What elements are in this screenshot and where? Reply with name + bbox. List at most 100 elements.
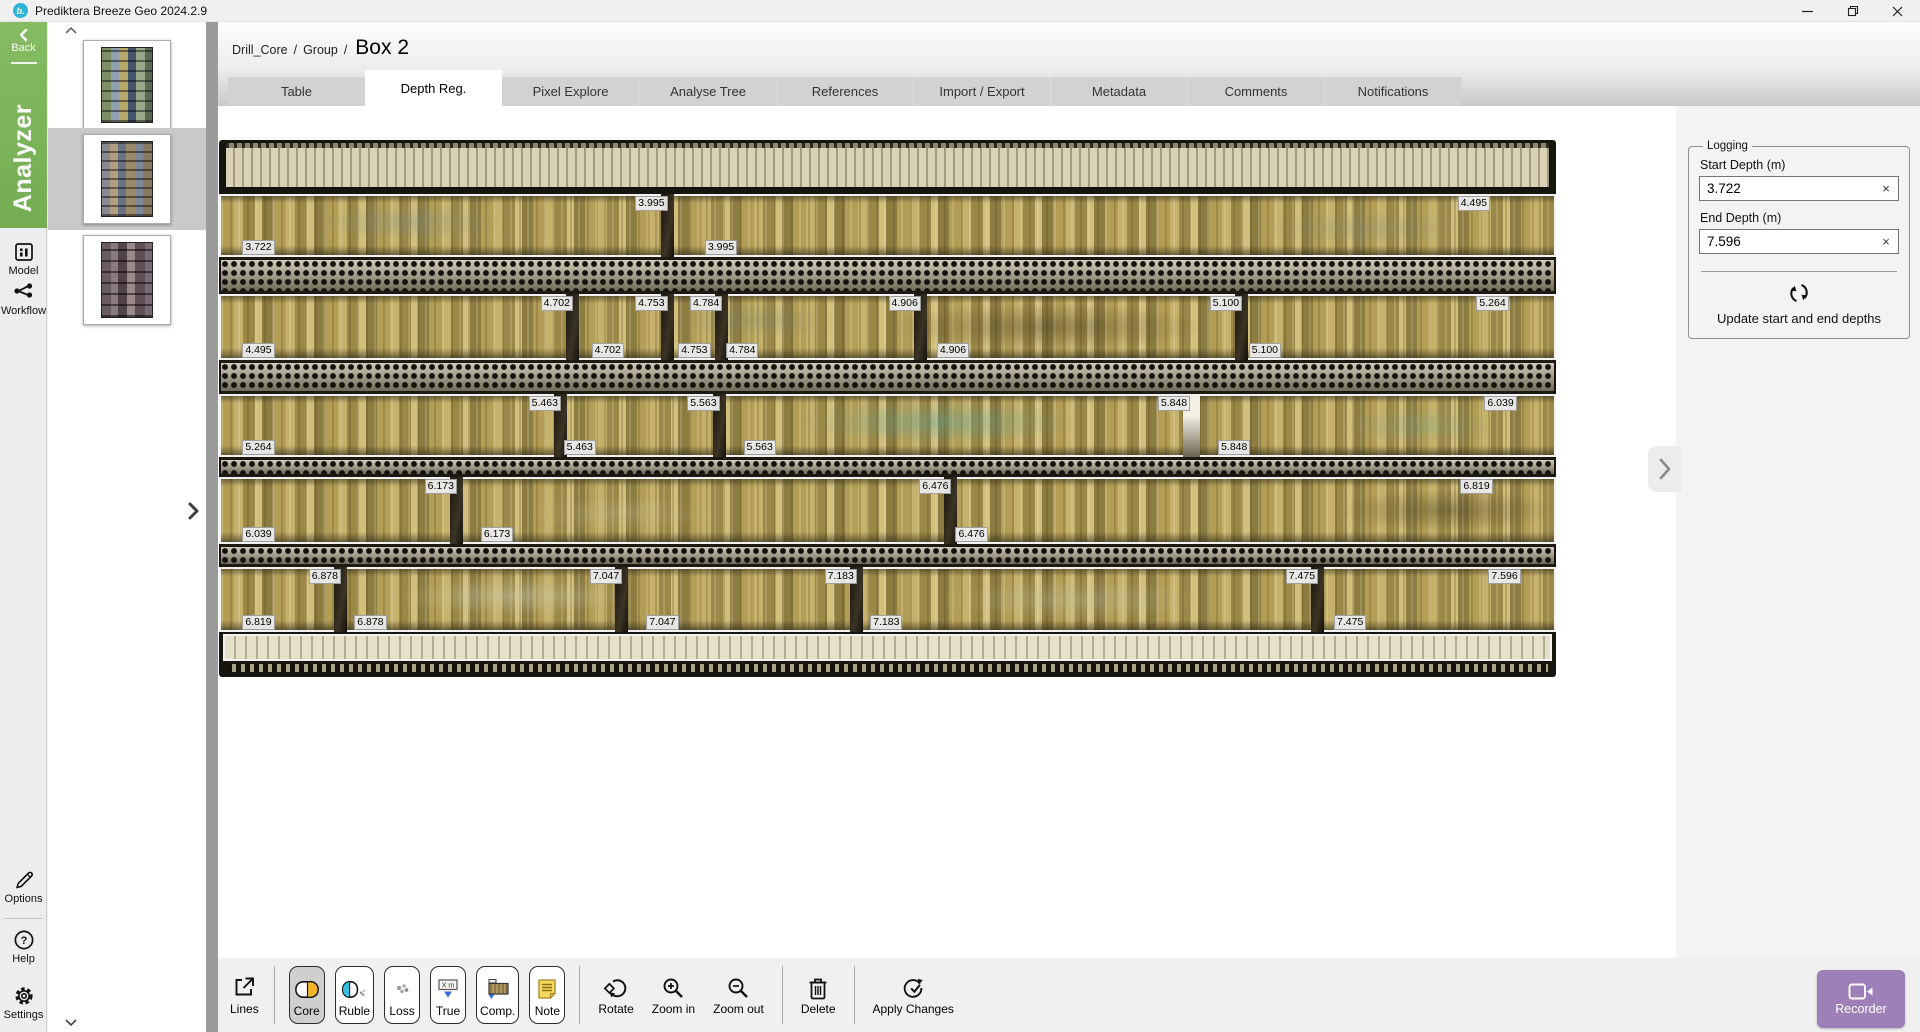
- depth-label[interactable]: 5.848: [1218, 440, 1250, 455]
- depth-label[interactable]: 4.753: [635, 296, 667, 311]
- depth-label[interactable]: 6.878: [309, 569, 341, 584]
- sidebar-item-workflow[interactable]: Workflow: [0, 280, 47, 317]
- sidebar-item-help[interactable]: ? Help: [0, 928, 47, 965]
- depth-label[interactable]: 4.702: [592, 343, 624, 358]
- close-button[interactable]: [1875, 0, 1920, 22]
- tab-references[interactable]: References: [776, 77, 913, 106]
- depth-label[interactable]: 7.596: [1488, 569, 1520, 584]
- zoom-in-button[interactable]: Zoom in: [652, 975, 695, 1016]
- rotate-button[interactable]: Rotate: [598, 975, 633, 1016]
- divider: [274, 966, 275, 1024]
- sidebar-item-options[interactable]: Options: [0, 868, 47, 905]
- depth-label[interactable]: 6.173: [425, 479, 457, 494]
- end-depth-input[interactable]: [1699, 229, 1899, 254]
- depth-label[interactable]: 7.475: [1286, 569, 1318, 584]
- minimize-button[interactable]: [1785, 0, 1830, 22]
- back-label[interactable]: Back: [0, 42, 47, 54]
- sidebar-item-model[interactable]: Model: [0, 240, 47, 277]
- depth-label[interactable]: 6.039: [1484, 396, 1516, 411]
- tab-import-export[interactable]: Import / Export: [913, 77, 1050, 106]
- start-depth-input[interactable]: [1699, 176, 1899, 201]
- collapse-right-panel-button[interactable]: [1648, 446, 1682, 492]
- action-label: Zoom out: [713, 1002, 764, 1016]
- depth-label[interactable]: 4.906: [889, 296, 921, 311]
- tool-loss-button[interactable]: Loss: [384, 966, 420, 1024]
- scroll-up-button[interactable]: [64, 26, 78, 35]
- core-row-2[interactable]: 4.702 4.753 4.784 4.906 5.100 5.264 4.495 4.702…: [219, 294, 1556, 360]
- depth-label[interactable]: 5.563: [687, 396, 719, 411]
- clear-start-depth-button[interactable]: ×: [1875, 177, 1897, 200]
- core-row-4[interactable]: 6.173 6.476 6.819 6.039 6.173 6.476: [219, 477, 1556, 544]
- depth-label[interactable]: 4.495: [1458, 196, 1490, 211]
- depth-label[interactable]: 5.100: [1249, 343, 1281, 358]
- collapse-thumbnails-button[interactable]: [185, 500, 205, 528]
- depth-label[interactable]: 3.995: [705, 240, 737, 255]
- tool-true-button[interactable]: X mTrue: [430, 966, 466, 1024]
- core-box-image[interactable]: 3.995 4.495 3.722 3.995 4.702 4.753 4.784 4.906…: [219, 140, 1556, 677]
- breadcrumb-item[interactable]: Group: [303, 43, 338, 57]
- apply-changes-button[interactable]: Apply Changes: [873, 975, 954, 1016]
- depth-label[interactable]: 7.475: [1334, 615, 1366, 630]
- tool-lines-button[interactable]: Lines: [227, 970, 262, 1021]
- tool-comp-button[interactable]: Comp.: [476, 966, 519, 1024]
- depth-label[interactable]: 4.495: [242, 343, 274, 358]
- depth-label[interactable]: 6.819: [242, 615, 274, 630]
- tab-metadata[interactable]: Metadata: [1050, 77, 1187, 106]
- thumbnail-slot: [48, 35, 206, 135]
- core-box-thumbnail-3[interactable]: [83, 235, 171, 325]
- tab-table[interactable]: Table: [228, 77, 365, 106]
- depth-label[interactable]: 5.463: [529, 396, 561, 411]
- depth-label[interactable]: 4.702: [541, 296, 573, 311]
- depth-label[interactable]: 7.047: [590, 569, 622, 584]
- depth-label[interactable]: 3.995: [635, 196, 667, 211]
- depth-label[interactable]: 6.476: [955, 527, 987, 542]
- depth-label[interactable]: 7.183: [870, 615, 902, 630]
- delete-button[interactable]: Delete: [801, 975, 836, 1016]
- core-row-1[interactable]: 3.995 4.495 3.722 3.995: [219, 194, 1556, 257]
- tab-analyse-tree[interactable]: Analyse Tree: [639, 77, 776, 106]
- depth-registration-canvas[interactable]: 3.995 4.495 3.722 3.995 4.702 4.753 4.784 4.906…: [218, 106, 1676, 958]
- tool-ruble-button[interactable]: Ruble: [335, 966, 374, 1024]
- depth-label[interactable]: 5.264: [242, 440, 274, 455]
- depth-label[interactable]: 5.100: [1210, 296, 1242, 311]
- depth-label[interactable]: 7.183: [825, 569, 857, 584]
- breadcrumb-item[interactable]: Drill_Core: [232, 43, 288, 57]
- sidebar-item-settings[interactable]: Settings: [0, 984, 47, 1021]
- depth-label[interactable]: 4.784: [690, 296, 722, 311]
- recorder-button[interactable]: Recorder: [1817, 970, 1905, 1028]
- depth-label[interactable]: 4.784: [726, 343, 758, 358]
- clear-end-depth-button[interactable]: ×: [1875, 230, 1897, 253]
- core-row-3[interactable]: 5.463 5.563 5.848 6.039 5.264 5.463 5.563 5.848: [219, 394, 1556, 457]
- logging-panel-title: Logging: [1703, 140, 1752, 152]
- update-depths-button[interactable]: Update start and end depths: [1699, 282, 1899, 326]
- depth-label[interactable]: 4.753: [678, 343, 710, 358]
- action-label: Delete: [801, 1002, 836, 1016]
- depth-label[interactable]: 6.173: [481, 527, 513, 542]
- tab-comments[interactable]: Comments: [1187, 77, 1324, 106]
- core-box-thumbnail-1[interactable]: [83, 40, 171, 130]
- core-row-5[interactable]: 6.878 7.047 7.183 7.475 7.596 6.819 6.878 7.047…: [219, 567, 1556, 632]
- core-box-thumbnail-2[interactable]: [83, 134, 171, 224]
- depth-label[interactable]: 6.039: [242, 527, 274, 542]
- depth-label[interactable]: 5.848: [1158, 396, 1190, 411]
- depth-label[interactable]: 7.047: [646, 615, 678, 630]
- depth-label[interactable]: 6.819: [1460, 479, 1492, 494]
- tool-core-button[interactable]: Core: [289, 966, 325, 1024]
- tab-pixel-explore[interactable]: Pixel Explore: [502, 77, 639, 106]
- zoom-out-button[interactable]: Zoom out: [713, 975, 764, 1016]
- app-logo-icon: b.: [13, 3, 28, 18]
- depth-label[interactable]: 5.563: [744, 440, 776, 455]
- core-row-tint: [221, 479, 1554, 542]
- restore-button[interactable]: [1830, 0, 1875, 22]
- tool-note-button[interactable]: Note: [529, 966, 565, 1024]
- depth-label[interactable]: 6.476: [919, 479, 951, 494]
- depth-label[interactable]: 5.463: [564, 440, 596, 455]
- scroll-down-button[interactable]: [64, 1018, 78, 1027]
- back-button[interactable]: [16, 28, 32, 42]
- tab-notifications[interactable]: Notifications: [1324, 77, 1461, 106]
- depth-label[interactable]: 6.878: [354, 615, 386, 630]
- depth-label[interactable]: 5.264: [1476, 296, 1508, 311]
- depth-label[interactable]: 4.906: [937, 343, 969, 358]
- tab-depth-reg[interactable]: Depth Reg.: [365, 70, 502, 106]
- depth-label[interactable]: 3.722: [242, 240, 274, 255]
